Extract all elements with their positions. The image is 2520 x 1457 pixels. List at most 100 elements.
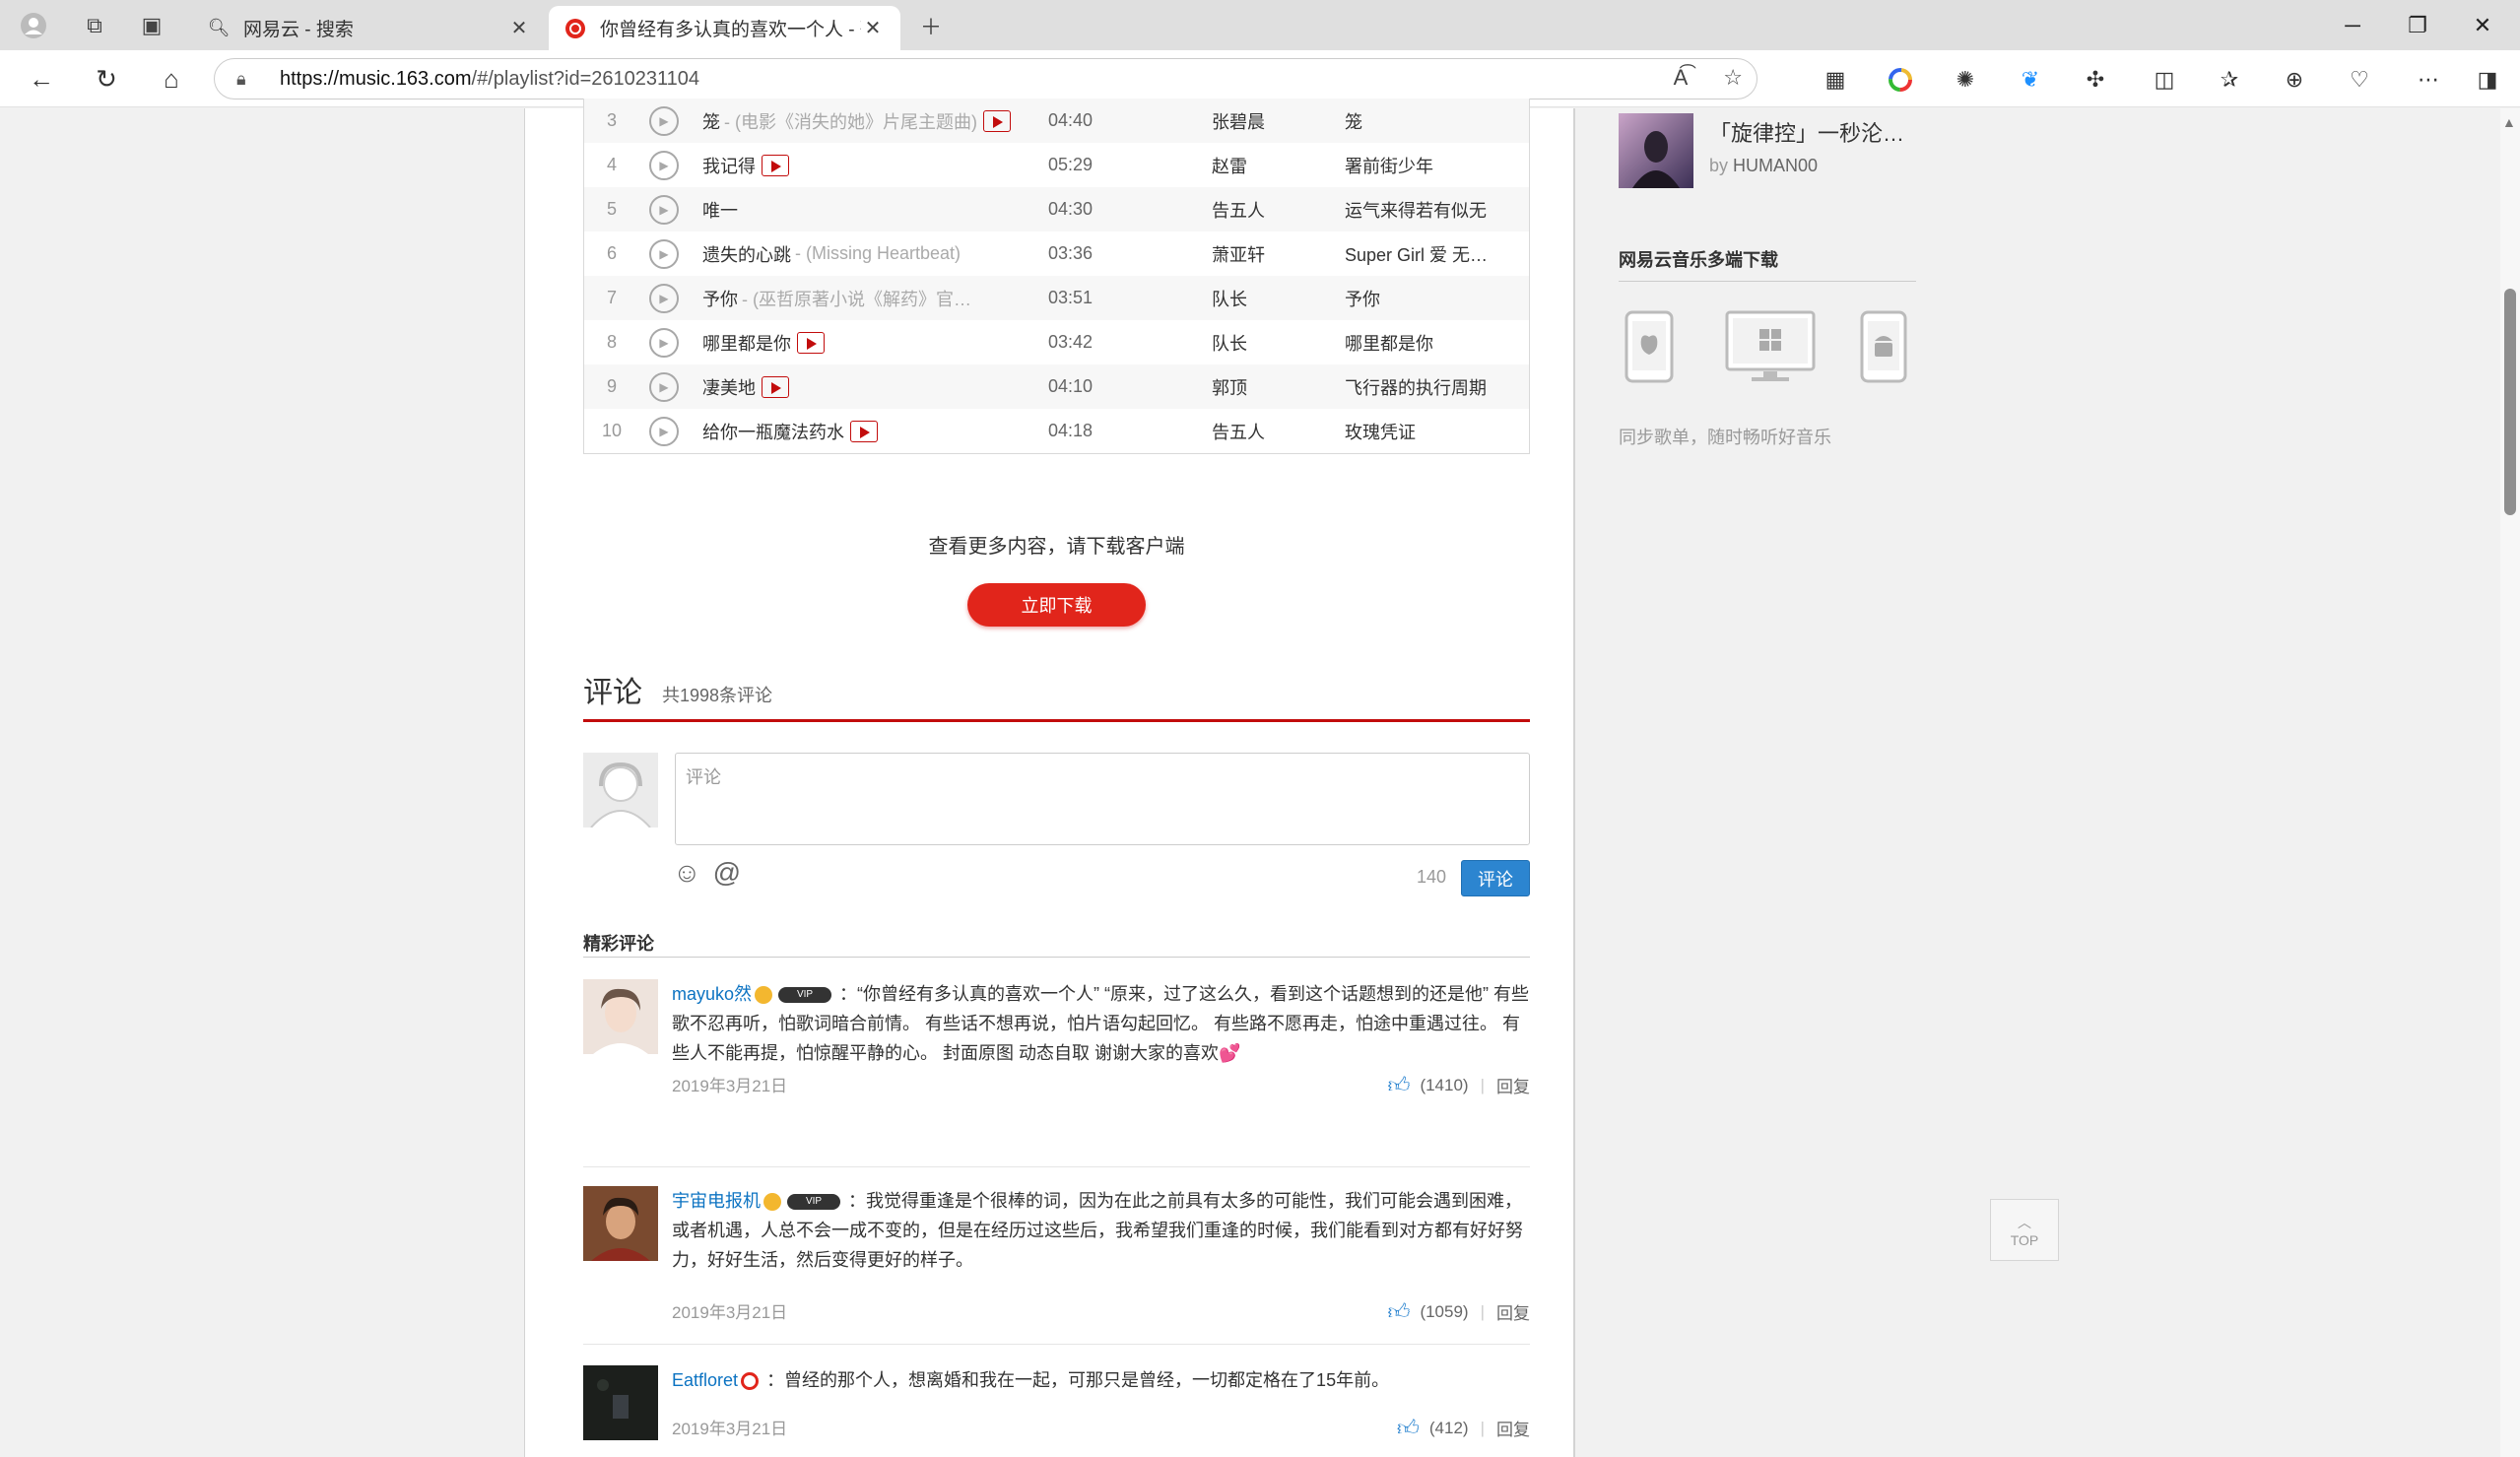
close-tab-icon[interactable]: ✕ bbox=[861, 16, 885, 40]
thumbs-up-icon[interactable]: 👍︎ bbox=[1387, 1072, 1410, 1098]
favorites-icon[interactable]: ✰ bbox=[2213, 63, 2246, 97]
submit-comment-button[interactable]: 评论 bbox=[1461, 860, 1530, 896]
song-title[interactable]: 哪里都是你 bbox=[702, 330, 1048, 356]
scrollbar-thumb[interactable] bbox=[2504, 289, 2516, 515]
song-album[interactable]: 玫瑰凭证 bbox=[1345, 419, 1512, 444]
mv-icon[interactable] bbox=[762, 154, 789, 176]
mv-icon[interactable] bbox=[850, 420, 878, 442]
comment-username[interactable]: Eatfloret bbox=[672, 1370, 738, 1390]
user-avatar[interactable] bbox=[583, 979, 658, 1054]
color-extension-icon[interactable] bbox=[1884, 63, 1917, 97]
extensions-puzzle-icon[interactable]: ✣ bbox=[2079, 63, 2112, 97]
windows-icon[interactable] bbox=[1724, 309, 1817, 389]
emoji-icon[interactable]: ☺ bbox=[673, 857, 701, 889]
mv-icon[interactable] bbox=[982, 109, 1011, 132]
android-icon[interactable] bbox=[1859, 309, 1908, 389]
scroll-up-arrow-icon[interactable]: ▲ bbox=[2502, 114, 2516, 130]
song-artist[interactable]: 队长 bbox=[1212, 286, 1345, 311]
workspaces-icon[interactable]: ⧉ bbox=[75, 8, 114, 43]
comment-input[interactable]: 评论 bbox=[675, 753, 1530, 845]
sidebar-toggle-icon[interactable]: ◨ bbox=[2471, 63, 2504, 97]
song-title[interactable]: 予你 - (巫哲原著小说《解药》官… bbox=[702, 286, 1048, 311]
song-row[interactable]: 6 ▶ 遗失的心跳 - (Missing Heartbeat) 03:36 萧亚轩… bbox=[584, 232, 1529, 276]
song-title[interactable]: 凄美地 bbox=[702, 374, 1048, 400]
song-title[interactable]: 唯一 bbox=[702, 197, 1048, 223]
bird-extension-icon[interactable]: ❦ bbox=[2014, 63, 2047, 97]
reply-link[interactable]: 回复 bbox=[1496, 1073, 1530, 1097]
read-aloud-icon[interactable]: A͡ bbox=[1674, 65, 1689, 91]
playlist-title[interactable]: 「旋律控」一秒沦陷… bbox=[1709, 116, 1916, 148]
song-album[interactable]: 署前街少年 bbox=[1345, 153, 1512, 178]
reply-link[interactable]: 回复 bbox=[1496, 1299, 1530, 1324]
song-title[interactable]: 笼- (电影《消失的她》片尾主题曲) bbox=[702, 108, 1048, 134]
tab-search[interactable]: 🔍︎ 网易云 - 搜索 ✕ bbox=[192, 6, 547, 50]
song-title[interactable]: 给你一瓶魔法药水 bbox=[702, 419, 1048, 444]
minimize-icon[interactable]: ─ bbox=[2323, 6, 2382, 45]
song-title[interactable]: 遗失的心跳 - (Missing Heartbeat) bbox=[702, 241, 1048, 267]
close-tab-icon[interactable]: ✕ bbox=[507, 16, 531, 40]
collections-icon[interactable]: ⊕ bbox=[2278, 63, 2311, 97]
play-icon[interactable]: ▶ bbox=[649, 416, 679, 446]
song-row[interactable]: 9 ▶ 凄美地 04:10 郭顶 飞行器的执行周期 bbox=[584, 364, 1529, 409]
song-row[interactable]: 7 ▶ 予你 - (巫哲原著小说《解药》官… 03:51 队长 予你 bbox=[584, 276, 1529, 320]
play-icon[interactable]: ▶ bbox=[649, 283, 679, 313]
refresh-icon[interactable]: ↻ bbox=[87, 60, 126, 98]
split-screen-icon[interactable]: ◫ bbox=[2148, 63, 2181, 97]
creator-name[interactable]: HUMAN00 bbox=[1733, 156, 1818, 175]
close-window-icon[interactable]: ✕ bbox=[2453, 6, 2512, 45]
play-icon[interactable]: ▶ bbox=[649, 327, 679, 358]
play-icon[interactable]: ▶ bbox=[649, 238, 679, 269]
mv-icon[interactable] bbox=[797, 331, 825, 354]
play-icon[interactable]: ▶ bbox=[649, 194, 679, 225]
tab-actions-icon[interactable]: ▣ bbox=[132, 8, 171, 43]
song-name: 唯一 bbox=[702, 200, 738, 221]
profile-icon[interactable] bbox=[14, 8, 53, 43]
user-avatar[interactable] bbox=[583, 1186, 658, 1261]
home-icon[interactable]: ⌂ bbox=[152, 60, 191, 98]
song-artist[interactable]: 赵雷 bbox=[1212, 153, 1345, 178]
song-artist[interactable]: 郭顶 bbox=[1212, 374, 1345, 400]
reply-link[interactable]: 回复 bbox=[1496, 1416, 1530, 1440]
playlist-cover[interactable] bbox=[1619, 113, 1693, 188]
song-title[interactable]: 我记得 bbox=[702, 153, 1048, 178]
tab-playlist[interactable]: 你曾经有多认真的喜欢一个人 - 歌 ✕ bbox=[549, 6, 900, 50]
at-mention-icon[interactable]: @ bbox=[713, 857, 741, 889]
song-album[interactable]: 运气来得若有似无 bbox=[1345, 197, 1512, 223]
thumbs-up-icon[interactable]: 👍︎ bbox=[1387, 1298, 1410, 1325]
song-row[interactable]: 3 ▶ 笼- (电影《消失的她》片尾主题曲) 04:40 张碧晨 笼 bbox=[584, 99, 1529, 143]
song-row[interactable]: 8 ▶ 哪里都是你 03:42 队长 哪里都是你 bbox=[584, 320, 1529, 364]
song-artist[interactable]: 告五人 bbox=[1212, 197, 1345, 223]
song-album[interactable]: Super Girl 爱 无… bbox=[1345, 241, 1512, 267]
url-input[interactable]: 🔒︎ https://music.163.com/#/playlist?id=2… bbox=[214, 58, 1757, 99]
play-icon[interactable]: ▶ bbox=[649, 105, 679, 136]
song-row[interactable]: 4 ▶ 我记得 05:29 赵雷 署前街少年 bbox=[584, 143, 1529, 187]
favorite-star-icon[interactable]: ☆ bbox=[1723, 65, 1743, 91]
song-artist[interactable]: 张碧晨 bbox=[1212, 108, 1345, 134]
mv-icon[interactable] bbox=[762, 375, 789, 398]
new-tab-icon[interactable]: ＋ bbox=[911, 8, 951, 43]
song-row[interactable]: 10 ▶ 给你一瓶魔法药水 04:18 告五人 玫瑰凭证 bbox=[584, 409, 1529, 453]
more-menu-icon[interactable]: ⋯ bbox=[2412, 63, 2445, 97]
comment-username[interactable]: 宇宙电报机 bbox=[672, 1191, 761, 1211]
song-album[interactable]: 哪里都是你 bbox=[1345, 330, 1512, 356]
song-album[interactable]: 飞行器的执行周期 bbox=[1345, 374, 1512, 400]
back-to-top-button[interactable]: ︿ TOP bbox=[1990, 1199, 2059, 1261]
play-icon[interactable]: ▶ bbox=[649, 150, 679, 180]
song-row[interactable]: 5 ▶ 唯一 04:30 告五人 运气来得若有似无 bbox=[584, 187, 1529, 232]
openai-extension-icon[interactable]: ✺ bbox=[1949, 63, 1982, 97]
play-icon[interactable]: ▶ bbox=[649, 371, 679, 402]
extension-icon[interactable]: ▦ bbox=[1819, 63, 1852, 97]
back-icon[interactable]: ← bbox=[22, 60, 61, 98]
song-album[interactable]: 笼 bbox=[1345, 108, 1512, 134]
restore-icon[interactable]: ❐ bbox=[2388, 6, 2447, 45]
thumbs-up-icon[interactable]: 👍︎ bbox=[1397, 1415, 1420, 1441]
comment-username[interactable]: mayuko然 bbox=[672, 984, 752, 1004]
song-artist[interactable]: 告五人 bbox=[1212, 419, 1345, 444]
performance-icon[interactable]: ♡ bbox=[2343, 63, 2376, 97]
song-artist[interactable]: 队长 bbox=[1212, 330, 1345, 356]
song-album[interactable]: 予你 bbox=[1345, 286, 1512, 311]
download-now-button[interactable]: 立即下载 bbox=[967, 583, 1146, 627]
song-artist[interactable]: 萧亚轩 bbox=[1212, 241, 1345, 267]
user-avatar[interactable] bbox=[583, 1365, 658, 1440]
apple-icon[interactable] bbox=[1624, 309, 1675, 389]
